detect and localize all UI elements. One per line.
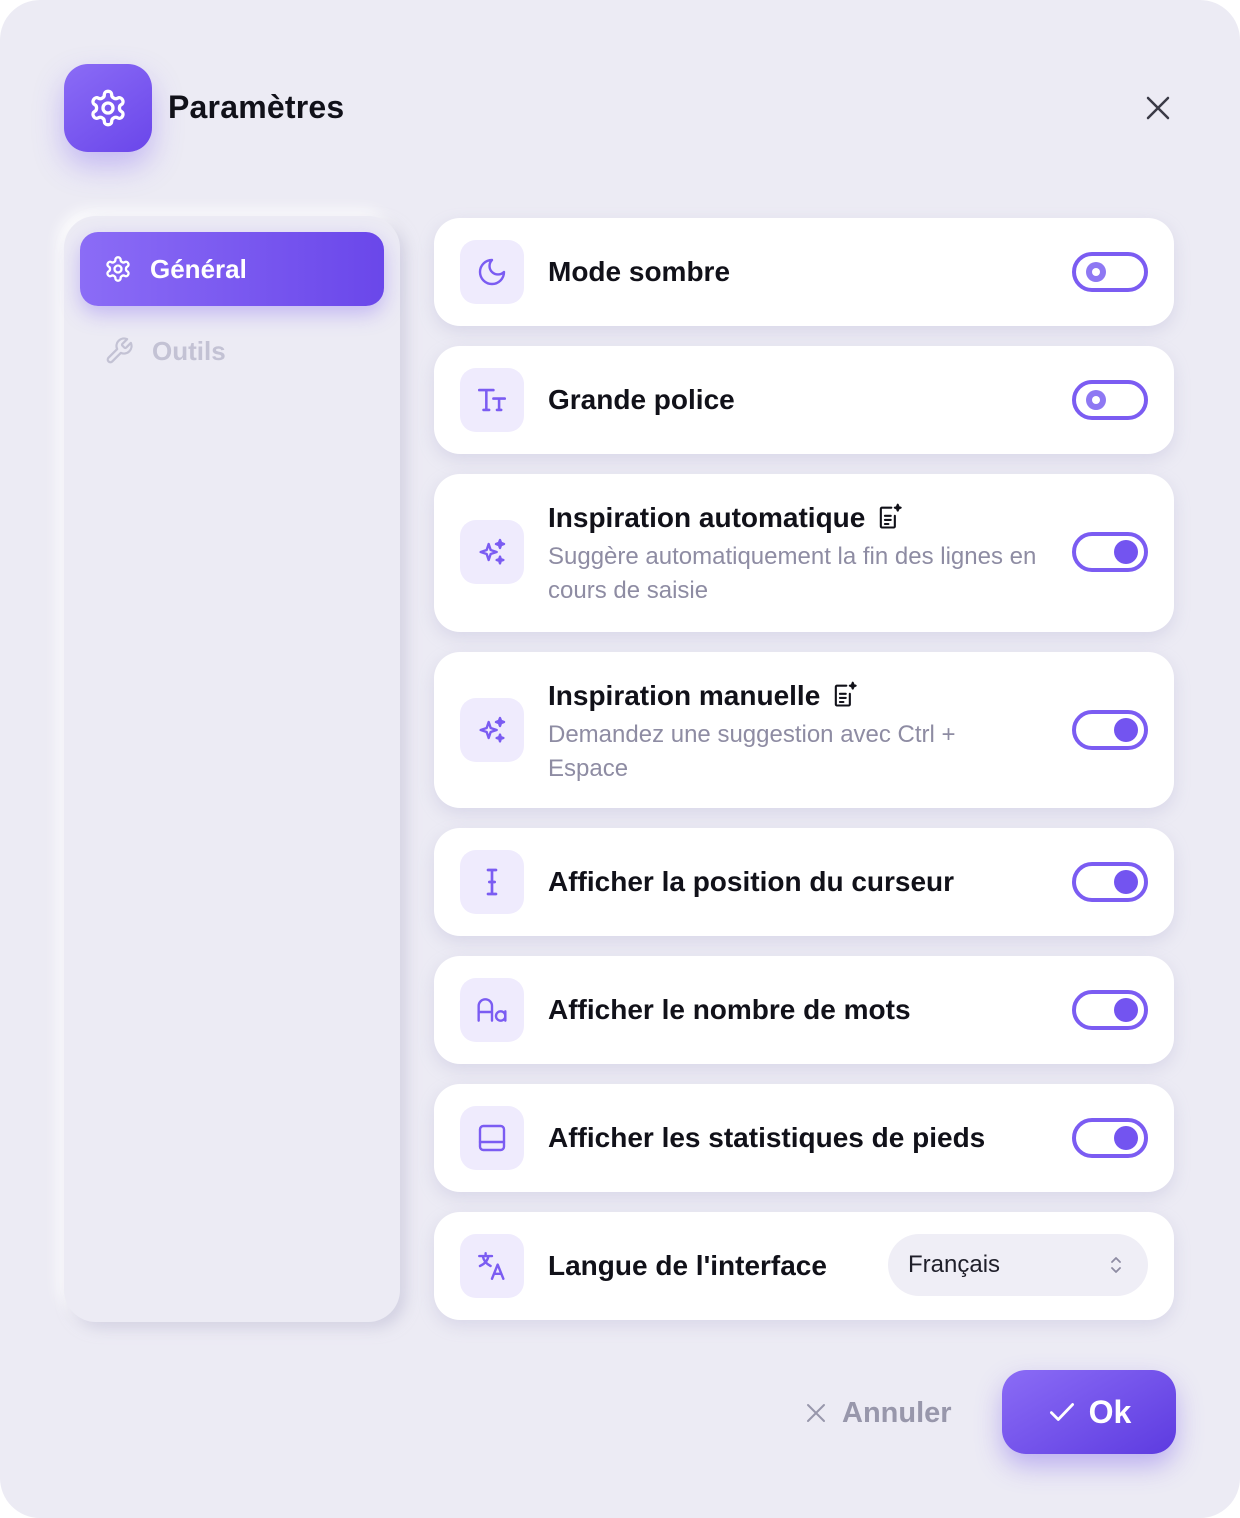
word-count-toggle[interactable]: [1072, 990, 1148, 1030]
setting-label: Inspiration manuelle: [548, 679, 858, 713]
setting-icon-container: [460, 978, 524, 1042]
dark-mode-toggle[interactable]: [1072, 252, 1148, 292]
setting-foot-stats: Afficher les statistiques de pieds: [434, 1084, 1174, 1192]
setting-icon-container: [460, 520, 524, 584]
setting-label: Inspiration automatique: [548, 501, 903, 535]
setting-manual-inspiration: Inspiration manuelle Demandez une sugges…: [434, 652, 1174, 808]
gear-icon: [106, 256, 130, 282]
setting-icon-container: [460, 850, 524, 914]
setting-auto-inspiration: Inspiration automatique Suggère automati…: [434, 474, 1174, 632]
languages-icon: [478, 1252, 505, 1280]
setting-label: Afficher les statistiques de pieds: [548, 1122, 986, 1153]
setting-icon-container: [460, 1234, 524, 1298]
font-case-icon: [477, 998, 507, 1022]
setting-label: Afficher le nombre de mots: [548, 994, 911, 1025]
sidebar-item-label: Outils: [152, 335, 226, 366]
setting-dark-mode: Mode sombre: [434, 218, 1174, 326]
setting-word-count: Afficher le nombre de mots: [434, 956, 1174, 1064]
setting-cursor-position: Afficher la position du curseur: [434, 828, 1174, 936]
setting-icon-container: [460, 368, 524, 432]
setting-label: Langue de l'interface: [548, 1250, 827, 1281]
setting-large-font: Grande police: [434, 346, 1174, 454]
sparkles-icon: [479, 716, 506, 743]
chevron-up-down-icon: [1111, 1257, 1121, 1273]
ok-button[interactable]: Ok: [1002, 1370, 1176, 1454]
foot-stats-toggle[interactable]: [1072, 1118, 1148, 1158]
close-icon: [807, 1404, 825, 1422]
text-cursor-icon: [486, 868, 498, 896]
setting-label: Afficher la position du curseur: [548, 866, 955, 897]
settings-dialog: Paramètres Général Outils Mode sombre Gr…: [0, 0, 1240, 1518]
setting-icon-container: [460, 240, 524, 304]
settings-app-icon: [64, 64, 152, 152]
setting-icon-container: [460, 1106, 524, 1170]
check-icon: [1049, 1403, 1074, 1421]
close-icon: [1146, 96, 1170, 120]
cursor-position-toggle[interactable]: [1072, 862, 1148, 902]
setting-label: Grande police: [548, 384, 735, 415]
setting-description: Demandez une suggestion avec Ctrl + Espa…: [548, 721, 956, 782]
sparkles-icon: [479, 538, 506, 565]
dialog-title: Paramètres: [168, 89, 345, 125]
sidebar-item-label: Général: [150, 253, 247, 284]
setting-description: Suggère automatiquement la fin des ligne…: [548, 543, 1037, 604]
setting-icon-container: [460, 698, 524, 762]
manual-inspiration-toggle[interactable]: [1072, 710, 1148, 750]
ok-button-label: Ok: [1088, 1393, 1132, 1430]
gear-icon: [91, 89, 125, 127]
language-select[interactable]: Français: [888, 1234, 1148, 1296]
ai-document-icon: [835, 681, 857, 707]
large-font-toggle[interactable]: [1072, 380, 1148, 420]
moon-icon: [478, 258, 506, 286]
cancel-button[interactable]: Annuler: [796, 1386, 966, 1440]
auto-inspiration-toggle[interactable]: [1072, 532, 1148, 572]
sidebar-item-general[interactable]: Général: [80, 232, 384, 306]
close-button[interactable]: [1136, 86, 1180, 130]
cancel-button-label: Annuler: [842, 1396, 952, 1429]
ai-document-icon: [880, 503, 903, 529]
sidebar-item-tools[interactable]: Outils: [80, 314, 384, 388]
setting-interface-language: Langue de l'interface Français: [434, 1212, 1174, 1320]
wrench-icon: [106, 337, 133, 364]
settings-sidebar: Général Outils: [64, 216, 400, 1322]
text-size-icon: [477, 388, 507, 412]
setting-label: Mode sombre: [548, 256, 731, 287]
language-select-value: Français: [908, 1251, 1001, 1278]
panel-bottom-icon: [478, 1124, 506, 1152]
